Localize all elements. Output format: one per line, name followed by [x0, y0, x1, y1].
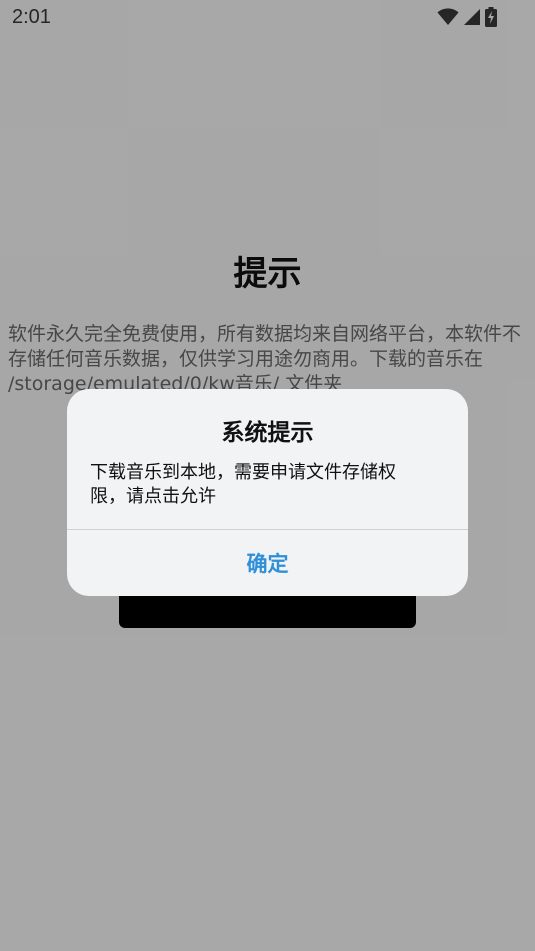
- dialog-title: 系统提示: [221, 420, 314, 446]
- confirm-button[interactable]: 确定: [67, 530, 468, 596]
- system-alert-dialog: 系统提示 下载音乐到本地，需要申请文件存储权限，请点击允许 确定: [67, 389, 468, 596]
- dialog-message: 下载音乐到本地，需要申请文件存储权限，请点击允许: [90, 462, 396, 507]
